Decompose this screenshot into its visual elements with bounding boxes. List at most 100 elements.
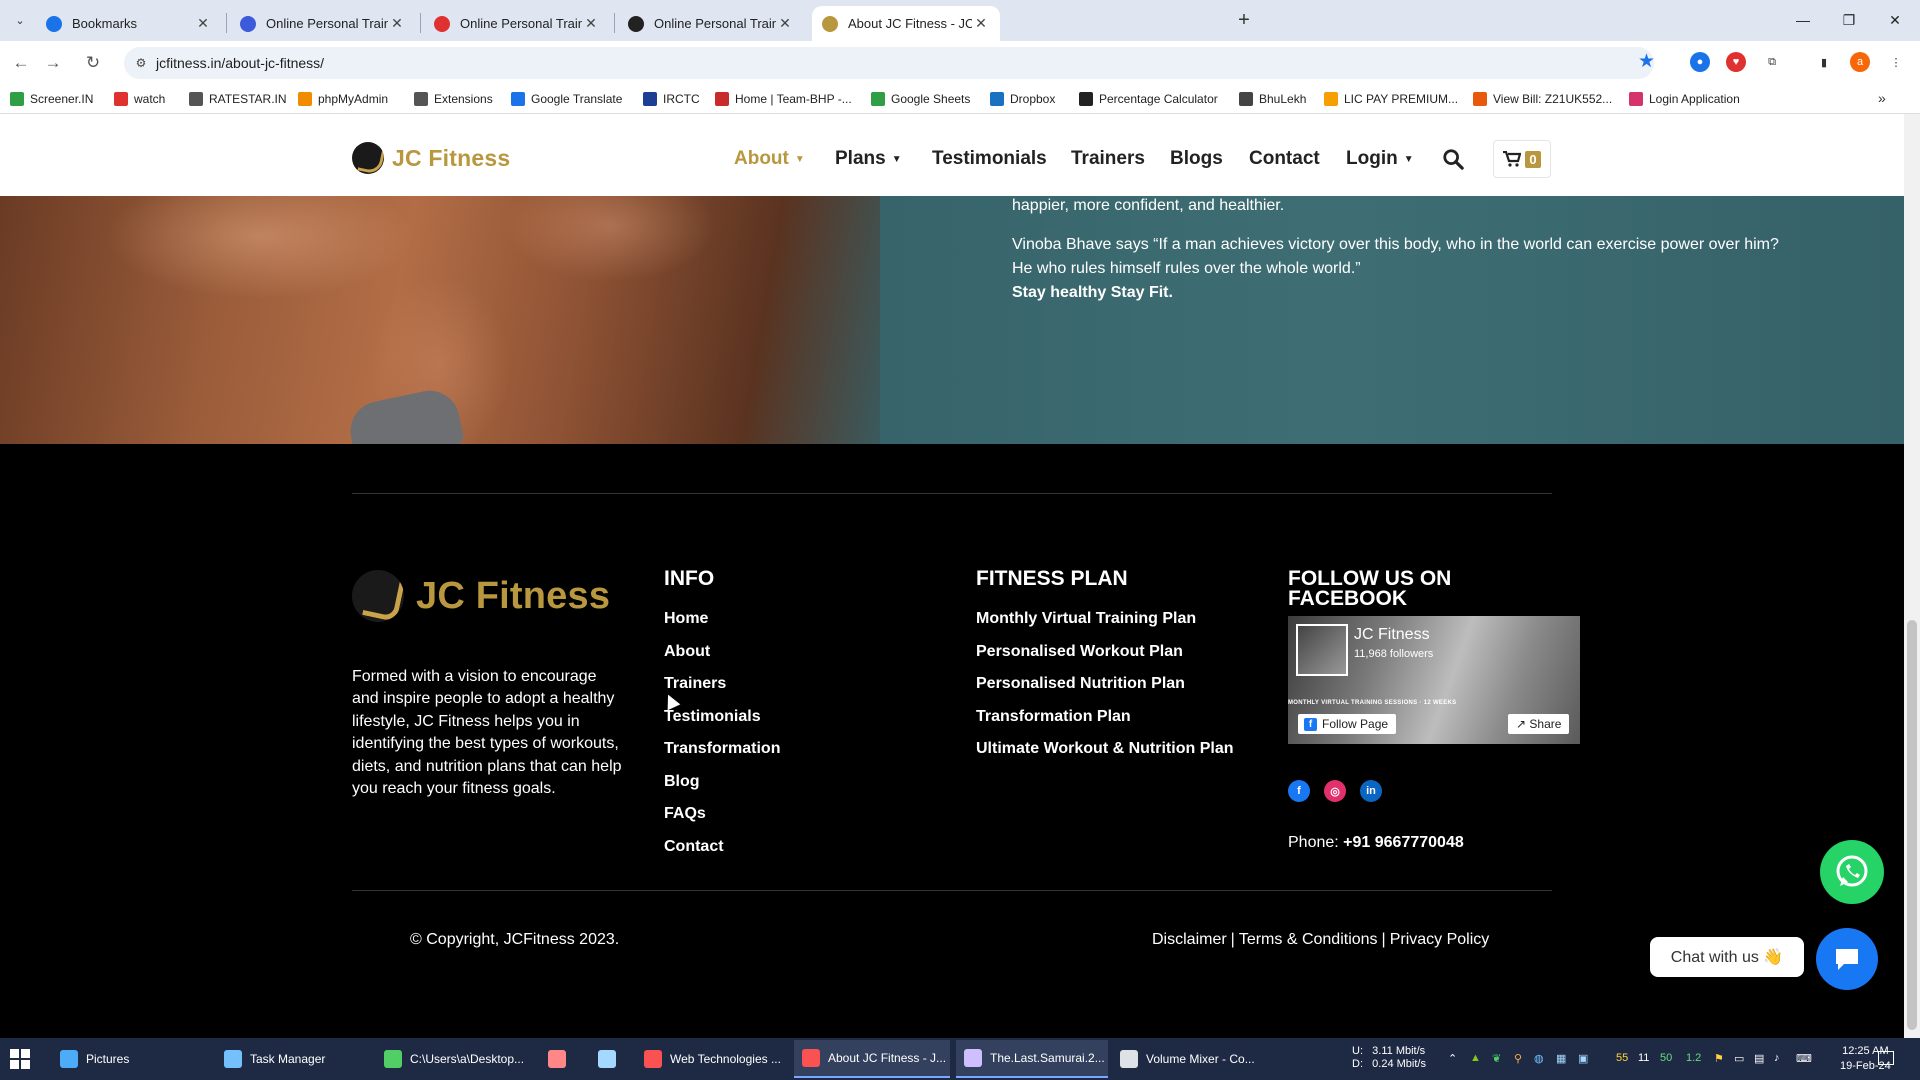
chat-with-us-pill[interactable]: Chat with us 👋 (1650, 937, 1804, 977)
bookmark-item[interactable]: View Bill: Z21UK552... (1473, 92, 1612, 106)
tray-battery-icon[interactable]: ▭ (1734, 1052, 1744, 1065)
browser-tab[interactable]: Online Personal Trainer and Fitr✕ (230, 6, 416, 41)
more-bookmarks-icon[interactable]: » (1878, 90, 1886, 106)
new-tab-button[interactable]: + (1232, 8, 1256, 32)
footer-link-blog[interactable]: Blog (664, 773, 700, 791)
footer-plan-link[interactable]: Ultimate Workout & Nutrition Plan (976, 740, 1233, 758)
footer-plan-link[interactable]: Personalised Nutrition Plan (976, 675, 1185, 693)
shield-extension-icon[interactable]: ♥ (1726, 52, 1746, 72)
cart-button[interactable]: 0 (1493, 140, 1551, 178)
legal-link-privacy-policy[interactable]: Privacy Policy (1390, 931, 1490, 948)
bookmark-item[interactable]: watch (114, 92, 165, 106)
profile-avatar[interactable]: a (1850, 52, 1870, 72)
nav-item-trainers[interactable]: Trainers (1071, 148, 1145, 170)
nav-item-about[interactable]: About ▼ (734, 148, 805, 170)
linkedin-icon[interactable]: in (1360, 780, 1382, 802)
nav-item-blogs[interactable]: Blogs (1170, 148, 1223, 170)
taskbar-item[interactable] (540, 1040, 580, 1078)
tab-search-chevron-icon[interactable]: ⌄ (8, 8, 32, 32)
tray-calendar-icon[interactable]: ▦ (1556, 1052, 1566, 1065)
taskbar-item[interactable]: C:\Users\a\Desktop... (376, 1040, 536, 1078)
footer-link-about[interactable]: About (664, 643, 710, 661)
nav-item-plans[interactable]: Plans ▼ (835, 148, 902, 170)
restore-button[interactable]: ❐ (1826, 0, 1872, 40)
taskbar-item[interactable] (590, 1040, 630, 1078)
fb-page-name[interactable]: JC Fitness (1354, 626, 1430, 644)
instagram-icon[interactable]: ◎ (1324, 780, 1346, 802)
legal-link-terms-conditions[interactable]: Terms & Conditions (1239, 931, 1378, 948)
fb-share-button[interactable]: ↗ Share (1508, 714, 1570, 734)
bookmark-item[interactable]: IRCTC (643, 92, 700, 106)
site-info-icon[interactable]: ⚙ (132, 54, 150, 72)
footer-logo[interactable]: JC Fitness (352, 570, 610, 622)
back-arrow-icon[interactable]: ← (8, 50, 34, 76)
taskbar-item[interactable]: Volume Mixer - Co... (1112, 1040, 1272, 1078)
puzzle-extensions-icon[interactable]: ⧉ (1762, 52, 1782, 72)
tray-cpu-icon[interactable]: ▣ (1578, 1052, 1588, 1065)
browser-tab[interactable]: Online Personal Trainer and Onl✕ (424, 6, 610, 41)
footer-link-contact[interactable]: Contact (664, 838, 724, 856)
browser-tab[interactable]: Online Personal Trainer | Sarah✕ (618, 6, 804, 41)
bookmark-star-icon[interactable]: ★ (1638, 50, 1655, 73)
browser-tab[interactable]: About JC Fitness - JC Fitness✕ (812, 6, 1000, 41)
bookmark-item[interactable]: Percentage Calculator (1079, 92, 1218, 106)
bookmark-item[interactable]: phpMyAdmin (298, 92, 388, 106)
forward-arrow-icon[interactable]: → (40, 50, 66, 76)
tray-volume-icon[interactable]: ♪ (1774, 1052, 1780, 1064)
tray-leaf-icon[interactable]: ❦ (1492, 1052, 1501, 1065)
side-panel-icon[interactable]: ▮ (1814, 52, 1834, 72)
bookmark-item[interactable]: LIC PAY PREMIUM... (1324, 92, 1458, 106)
taskbar-item[interactable]: About JC Fitness - J... (794, 1040, 950, 1078)
reload-icon[interactable]: ↻ (80, 50, 106, 76)
tab-close-icon[interactable]: ✕ (582, 15, 600, 32)
close-window-button[interactable]: ✕ (1872, 0, 1918, 40)
tray-globe-icon[interactable]: ◍ (1534, 1052, 1544, 1065)
bookmark-item[interactable]: Google Sheets (871, 92, 970, 106)
browser-tab[interactable]: Bookmarks ✕ (36, 6, 222, 41)
footer-link-faqs[interactable]: FAQs (664, 805, 706, 823)
fb-follow-page-button[interactable]: f Follow Page (1298, 714, 1397, 734)
whatsapp-button[interactable] (1820, 840, 1884, 904)
taskbar-item[interactable]: Pictures (52, 1040, 210, 1078)
tab-close-icon[interactable]: ✕ (194, 15, 212, 32)
footer-plan-link[interactable]: Personalised Workout Plan (976, 643, 1183, 661)
tray-app-icon[interactable]: ▲ (1470, 1052, 1481, 1064)
page-scrollbar-thumb[interactable] (1907, 620, 1917, 1030)
bookmark-item[interactable]: Screener.IN (10, 92, 93, 106)
tray-network-icon[interactable]: ▤ (1754, 1052, 1764, 1065)
chat-launcher-button[interactable] (1816, 928, 1878, 990)
bookmark-item[interactable]: Login Application (1629, 92, 1740, 106)
tab-close-icon[interactable]: ✕ (776, 15, 794, 32)
nav-item-login[interactable]: Login ▼ (1346, 148, 1414, 170)
nav-item-contact[interactable]: Contact (1249, 148, 1320, 170)
footer-link-transformation[interactable]: Transformation (664, 740, 780, 758)
legal-link-disclaimer[interactable]: Disclaimer (1152, 931, 1227, 948)
facebook-icon[interactable]: f (1288, 780, 1310, 802)
tray-keyboard-icon[interactable]: ⌨ (1796, 1052, 1812, 1065)
footer-link-testimonials[interactable]: Testimonials (664, 708, 761, 726)
bookmark-item[interactable]: RATESTAR.IN (189, 92, 287, 106)
bookmark-item[interactable]: BhuLekh (1239, 92, 1306, 106)
bookmark-item[interactable]: Extensions (414, 92, 493, 106)
tray-chevron-icon[interactable]: ⌃ (1448, 1052, 1457, 1065)
extension-icon[interactable]: ● (1690, 52, 1710, 72)
taskbar-item[interactable]: Web Technologies ... (636, 1040, 788, 1078)
tray-flag-icon[interactable]: ⚑ (1714, 1052, 1724, 1065)
bookmark-item[interactable]: Google Translate (511, 92, 622, 106)
taskbar-item[interactable]: The.Last.Samurai.2... (956, 1040, 1108, 1078)
tab-close-icon[interactable]: ✕ (388, 15, 406, 32)
footer-link-home[interactable]: Home (664, 610, 708, 628)
tray-search-icon[interactable]: ⚲ (1514, 1052, 1522, 1065)
facebook-page-widget[interactable]: JC Fitness 11,968 followers MONTHLY VIRT… (1288, 616, 1580, 744)
address-bar[interactable] (124, 47, 1654, 79)
search-icon[interactable] (1442, 148, 1464, 170)
minimize-button[interactable]: — (1780, 0, 1826, 40)
url-text[interactable]: jcfitness.in/about-jc-fitness/ (156, 55, 324, 71)
bookmark-item[interactable]: Home | Team-BHP -... (715, 92, 852, 106)
nav-item-testimonials[interactable]: Testimonials (932, 148, 1047, 170)
site-logo[interactable]: JC Fitness (352, 142, 510, 174)
notification-center-icon[interactable] (1878, 1051, 1894, 1065)
footer-link-trainers[interactable]: Trainers (664, 675, 726, 693)
footer-plan-link[interactable]: Monthly Virtual Training Plan (976, 610, 1196, 628)
kebab-menu-icon[interactable]: ⋮ (1886, 52, 1906, 72)
